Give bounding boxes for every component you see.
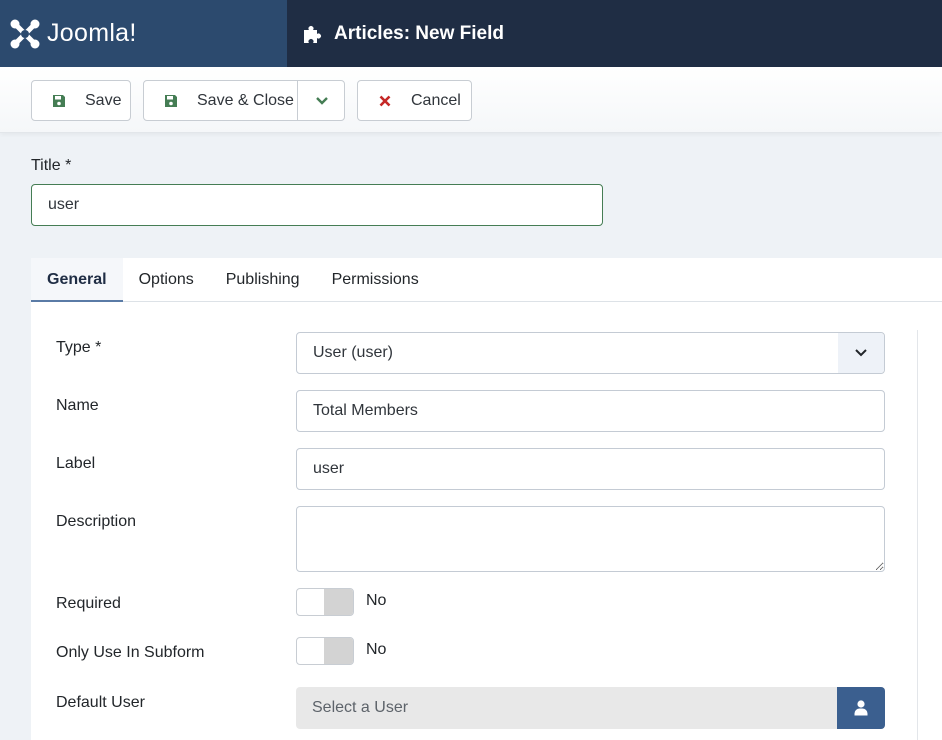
- page-title: Articles: New Field: [334, 22, 504, 44]
- top-header: Joomla! Articles: New Field: [0, 0, 942, 67]
- default-user-placeholder: Select a User: [312, 699, 409, 716]
- toggle-knob: [324, 638, 353, 664]
- brand-area[interactable]: Joomla!: [0, 0, 287, 67]
- brand-name: Joomla!: [47, 19, 137, 47]
- label-input[interactable]: [296, 448, 885, 490]
- name-label: Name: [56, 397, 99, 414]
- save-icon: [51, 93, 67, 109]
- default-user-field[interactable]: Select a User: [296, 687, 885, 729]
- chevron-down-icon: [838, 333, 884, 373]
- tab-publishing[interactable]: Publishing: [210, 258, 316, 302]
- toolbar: Save Save & Close Cancel: [0, 67, 942, 133]
- title-input[interactable]: [31, 184, 603, 226]
- close-icon: [377, 93, 393, 109]
- type-select[interactable]: User (user): [296, 332, 885, 374]
- tab-general[interactable]: General: [31, 258, 123, 303]
- select-user-button[interactable]: [837, 687, 885, 729]
- required-toggle-state: No: [366, 592, 387, 609]
- only-use-in-subform-toggle-state: No: [366, 641, 387, 658]
- description-textarea[interactable]: [296, 506, 885, 572]
- label-label: Label: [56, 455, 96, 472]
- tab-permissions[interactable]: Permissions: [316, 258, 435, 302]
- save-options-dropdown-toggle[interactable]: [298, 81, 345, 120]
- save-label: Save: [85, 91, 122, 109]
- default-user-label: Default User: [56, 694, 145, 711]
- user-icon: [854, 700, 868, 716]
- only-use-in-subform-toggle[interactable]: [296, 637, 354, 665]
- description-label: Description: [56, 513, 137, 530]
- type-label: Type *: [56, 339, 102, 356]
- save-close-button-group: Save & Close: [143, 80, 345, 121]
- save-button[interactable]: Save: [31, 80, 131, 121]
- joomla-logo-icon: [10, 19, 40, 48]
- chevron-down-icon: [315, 96, 328, 105]
- name-input[interactable]: [296, 390, 885, 432]
- only-use-in-subform-label: Only Use In Subform: [56, 644, 205, 661]
- title-label: Title *: [31, 157, 72, 174]
- required-label: Required: [56, 595, 121, 612]
- save-close-button[interactable]: Save & Close: [197, 92, 294, 110]
- tab-bar: General Options Publishing Permissions: [31, 258, 942, 303]
- column-divider: [917, 330, 918, 740]
- save-icon: [163, 93, 179, 109]
- tab-options[interactable]: Options: [123, 258, 210, 302]
- type-select-value: User (user): [313, 344, 394, 361]
- cancel-label: Cancel: [411, 91, 461, 109]
- puzzle-icon: [304, 25, 321, 43]
- page-title-area: Articles: New Field: [287, 0, 504, 67]
- toggle-knob: [324, 589, 353, 615]
- required-toggle[interactable]: [296, 588, 354, 616]
- cancel-button[interactable]: Cancel: [357, 80, 472, 121]
